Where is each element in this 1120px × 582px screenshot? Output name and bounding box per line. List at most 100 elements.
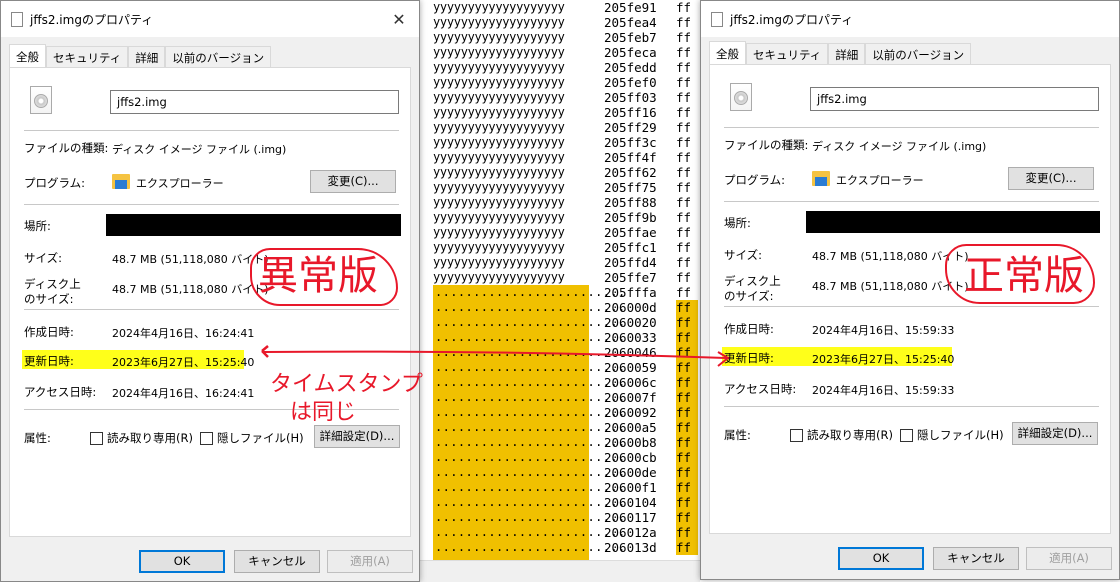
tab-security[interactable]: セキュリティ — [46, 46, 129, 67]
hex-address: 205ffd4 — [604, 255, 657, 270]
separator — [724, 201, 1099, 202]
hex-address: 205ffae — [604, 225, 657, 240]
ok-button[interactable]: OK — [139, 550, 225, 573]
ascii-dots-row: ......................... — [435, 450, 626, 464]
right-tab-strip: 全般 セキュリティ 詳細 以前のバージョン — [709, 41, 972, 64]
apply-button[interactable]: 適用(A) — [327, 550, 413, 573]
hex-address-column: 205fe91 205fea4 205feb7 205feca 205fedd 205fe… — [604, 0, 668, 555]
hex-address: 205feb7 — [604, 30, 657, 45]
highlighted-ascii-region: ........................................… — [433, 285, 626, 560]
apply-button[interactable]: 適用(A) — [1026, 547, 1112, 570]
ascii-dots-row: ......................... — [435, 510, 626, 524]
ascii-dots-row: ......................... — [435, 435, 626, 449]
cancel-button[interactable]: キャンセル — [933, 547, 1019, 570]
hex-byte-value: ff — [676, 45, 692, 60]
ascii-row: yyyyyyyyyyyyyyyyyyy — [433, 45, 565, 59]
hex-byte-value: ff — [676, 15, 692, 30]
hex-byte-value: ff — [676, 30, 692, 45]
close-icon[interactable]: ✕ — [379, 10, 419, 29]
modified-label: 更新日時: — [724, 351, 774, 365]
separator — [24, 309, 399, 310]
normal-version-note: 正常版 — [964, 253, 1084, 299]
hex-address: 20600cb — [604, 450, 657, 465]
program-label: プログラム: — [724, 173, 786, 187]
explorer-icon — [112, 172, 130, 190]
ascii-dots-row: ......................... — [435, 285, 626, 299]
hex-byte-value: ff — [676, 120, 692, 135]
ascii-dots-row: ......................... — [435, 495, 626, 509]
tab-details[interactable]: 詳細 — [828, 43, 866, 64]
hex-byte-value: ff — [676, 240, 692, 255]
tab-previous-versions[interactable]: 以前のバージョン — [165, 46, 272, 67]
hex-byte-value: ff — [676, 450, 698, 465]
readonly-checkbox[interactable]: 読み取り専用(R) — [90, 430, 193, 446]
ok-button[interactable]: OK — [838, 547, 924, 570]
ascii-dots-row: ......................... — [435, 480, 626, 494]
ascii-row: yyyyyyyyyyyyyyyyyyy — [433, 60, 565, 74]
hex-address: 205ff29 — [604, 120, 657, 135]
readonly-label: 読み取り専用(R) — [107, 431, 193, 445]
cancel-button[interactable]: キャンセル — [234, 550, 320, 573]
hex-byte-value: ff — [676, 315, 698, 330]
hex-address: 20600b8 — [604, 435, 657, 450]
hex-address: 2060020 — [604, 315, 657, 330]
hex-status-strip — [420, 560, 700, 582]
separator — [724, 127, 1099, 128]
left-dialog-title: jffs2.imgのプロパティ — [30, 12, 154, 27]
tab-general[interactable]: 全般 — [9, 44, 46, 67]
modified-value: 2023年6月27日、15:25:40 — [812, 353, 955, 366]
separator — [24, 204, 399, 205]
attributes-label: 属性: — [724, 428, 751, 442]
hex-byte-value: ff — [676, 345, 698, 360]
hidden-checkbox[interactable]: 隠しファイル(H) — [200, 430, 304, 446]
hex-address: 205ffc1 — [604, 240, 657, 255]
ascii-row: yyyyyyyyyyyyyyyyyyy — [433, 0, 565, 14]
filename-field[interactable]: jffs2.img — [110, 90, 399, 114]
hex-byte-value: ff — [676, 255, 692, 270]
hex-byte-value: ff — [676, 510, 698, 525]
program-value: エクスプローラー — [836, 174, 924, 187]
hex-address: 205ff16 — [604, 105, 657, 120]
created-label: 作成日時: — [24, 325, 74, 339]
timestamp-note-line2: は同じ — [290, 400, 357, 425]
hex-address: 2060046 — [604, 345, 657, 360]
readonly-checkbox[interactable]: 読み取り専用(R) — [790, 427, 893, 443]
hex-byte-value: ff — [676, 75, 692, 90]
tab-previous-versions[interactable]: 以前のバージョン — [865, 43, 972, 64]
hex-address: 205ff75 — [604, 180, 657, 195]
hex-byte-value: ff — [676, 135, 692, 150]
ascii-row: yyyyyyyyyyyyyyyyyyy — [433, 165, 565, 179]
file-icon — [11, 11, 23, 27]
hex-address: 205ff62 — [604, 165, 657, 180]
file-type-label: ファイルの種類: — [24, 141, 109, 155]
ascii-dots-row: ......................... — [435, 330, 626, 344]
ascii-row: yyyyyyyyyyyyyyyyyyy — [433, 105, 565, 119]
tab-general[interactable]: 全般 — [709, 41, 746, 64]
hidden-checkbox[interactable]: 隠しファイル(H) — [900, 427, 1004, 443]
hex-address: 205fe91 — [604, 0, 657, 15]
hex-address: 205ffe7 — [604, 270, 657, 285]
hex-byte-value: ff — [676, 420, 698, 435]
file-type-label: ファイルの種類: — [724, 138, 809, 152]
program-label: プログラム: — [24, 176, 86, 190]
hex-byte-value: ff — [676, 375, 698, 390]
tab-security[interactable]: セキュリティ — [746, 43, 829, 64]
right-title-bar: jffs2.imgのプロパティ — [701, 1, 1119, 37]
advanced-button[interactable]: 詳細設定(D)... — [1012, 422, 1098, 445]
change-button[interactable]: 変更(C)... — [310, 170, 396, 193]
location-redacted — [806, 211, 1100, 233]
advanced-button[interactable]: 詳細設定(D)... — [314, 425, 400, 448]
hex-byte-value: ff — [676, 105, 692, 120]
ascii-row: yyyyyyyyyyyyyyyyyyy — [433, 150, 565, 164]
ascii-row: yyyyyyyyyyyyyyyyyyy — [433, 135, 565, 149]
separator — [24, 130, 399, 131]
hex-address: 2060117 — [604, 510, 657, 525]
hex-address: 205feca — [604, 45, 657, 60]
ascii-row: yyyyyyyyyyyyyyyyyyy — [433, 255, 565, 269]
hex-address: 20600a5 — [604, 420, 657, 435]
filename-field[interactable]: jffs2.img — [810, 87, 1099, 111]
hex-byte-value: ff — [676, 300, 698, 315]
ascii-row: yyyyyyyyyyyyyyyyyyy — [433, 120, 565, 134]
change-button[interactable]: 変更(C)... — [1008, 167, 1094, 190]
tab-details[interactable]: 詳細 — [128, 46, 166, 67]
